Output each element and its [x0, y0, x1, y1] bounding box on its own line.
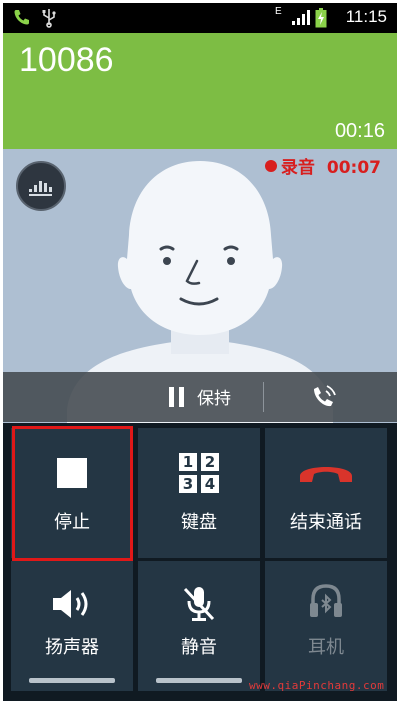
- status-time: 11:15: [345, 7, 387, 26]
- dialpad-key: 3: [179, 475, 197, 493]
- hold-label: 保持: [197, 389, 231, 409]
- end-call-button[interactable]: 结束通话: [265, 428, 387, 558]
- headset-label: 耳机: [308, 637, 344, 658]
- keypad-button[interactable]: 1 2 3 4 键盘: [138, 428, 260, 558]
- recording-time: 00:07: [326, 158, 381, 178]
- mute-toggle-indicator: [156, 678, 242, 683]
- equalizer-button[interactable]: [16, 161, 66, 211]
- mute-label: 静音: [181, 637, 217, 658]
- watermark: www.qiaPinchang.com: [249, 679, 385, 692]
- equalizer-icon: [29, 181, 52, 196]
- headset-button[interactable]: 耳机: [265, 561, 387, 691]
- handset-sound-icon: [314, 385, 336, 407]
- keypad-label: 键盘: [181, 512, 217, 533]
- network-type-label: E: [275, 6, 282, 17]
- hold-bar: 保持: [3, 372, 397, 422]
- caller-number: 10086: [19, 41, 114, 79]
- dialpad-icon: 1 2 3 4: [138, 453, 260, 493]
- mute-icon: [138, 583, 260, 627]
- end-call-label: 结束通话: [290, 512, 362, 533]
- handset-audio-button[interactable]: [309, 382, 339, 412]
- contact-photo-area: 录音 00:07 保持: [3, 149, 397, 423]
- call-screen: E 11:15 10086 00:16 录音 00:07 保持 停止 1 2 3…: [3, 3, 397, 701]
- dialpad-key: 4: [201, 475, 219, 493]
- pause-icon: [169, 387, 184, 407]
- recording-indicator: 录音 00:07: [264, 153, 381, 178]
- signal-icon: [292, 10, 310, 25]
- end-call-icon: [265, 458, 387, 490]
- dialpad-key: 2: [201, 453, 219, 471]
- phone-call-icon: [14, 10, 29, 25]
- battery-charging-icon: [315, 8, 327, 28]
- recording-dot-icon: [264, 160, 277, 172]
- divider: [263, 382, 264, 412]
- bluetooth-headset-icon: [265, 581, 387, 627]
- mute-button[interactable]: 静音: [138, 561, 260, 691]
- recording-label: 录音: [280, 158, 315, 178]
- dialpad-key: 1: [179, 453, 197, 471]
- speaker-toggle-indicator: [29, 678, 115, 683]
- call-duration: 00:16: [334, 120, 385, 142]
- status-bar: E 11:15: [3, 3, 397, 33]
- highlight-box: [12, 426, 133, 561]
- speaker-icon: [11, 587, 133, 625]
- usb-icon: [42, 9, 56, 28]
- speaker-label: 扬声器: [45, 637, 99, 658]
- caller-header: 10086 00:16: [3, 33, 397, 149]
- speaker-button[interactable]: 扬声器: [11, 561, 133, 691]
